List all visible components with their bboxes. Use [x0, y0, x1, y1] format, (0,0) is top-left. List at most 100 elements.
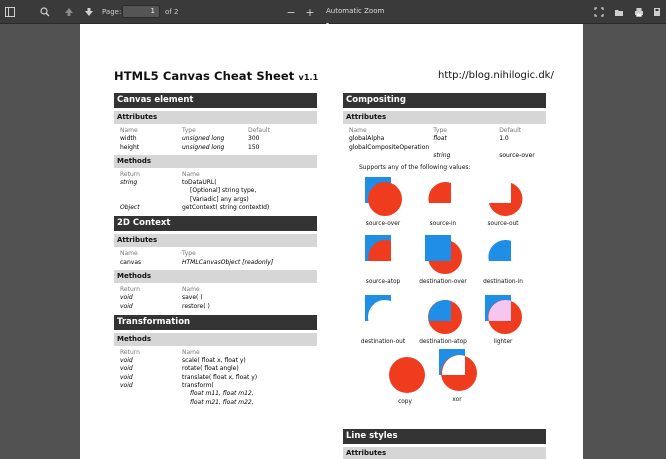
cell: source-over: [499, 151, 535, 159]
find-icon[interactable]: [38, 5, 52, 19]
cell: void: [120, 373, 133, 381]
print-icon[interactable]: [632, 5, 646, 19]
table-row: void save( ): [120, 294, 214, 302]
download-icon[interactable]: [650, 5, 664, 19]
supports-note: Supports any of the following values:: [359, 164, 471, 172]
op-source-out: source-out: [473, 175, 533, 227]
op-label: source-atop: [365, 279, 401, 286]
subsection-attributes: Attributes: [114, 111, 317, 124]
destination-over-diagram: [425, 235, 462, 275]
destination-atop-diagram: [428, 300, 462, 335]
zoom-select[interactable]: Automatic Zoom ▾: [322, 5, 388, 28]
table-row: [Optional] string type,: [120, 187, 273, 195]
doc-version: v1.1: [298, 73, 319, 82]
op-label: destination-over: [419, 279, 467, 286]
cell: 1.0: [499, 135, 509, 143]
cell: toDataURL(: [182, 179, 217, 187]
col-header: Return: [120, 170, 140, 178]
subsection-methods: Methods: [114, 332, 317, 346]
col-header: Name: [182, 348, 200, 356]
cell: [Optional] string type,: [190, 187, 257, 195]
source-over-diagram: [365, 177, 402, 217]
pdf-toolbar: Page: 1 of 2 − + Automatic Zoom ▾: [0, 0, 666, 28]
cell: void: [120, 302, 133, 310]
document-viewer[interactable]: HTML5 Canvas Cheat Sheet v1.1 http://blo…: [0, 24, 666, 459]
cell: 150: [248, 143, 260, 151]
methods-table: Return Name string toDataURL( [Optional]…: [120, 171, 273, 212]
op-label: destination-atop: [419, 339, 467, 346]
cell: void: [120, 365, 133, 373]
cell: globalCompositeOperation: [349, 143, 430, 151]
page-number-input[interactable]: 1: [122, 5, 160, 18]
cell: rotate( float angle): [182, 365, 239, 373]
left-column: Canvas element Attributes Name Type Defa…: [114, 93, 317, 409]
presentation-mode-icon[interactable]: [592, 5, 606, 19]
cell: canvas: [120, 258, 142, 266]
cell: scale( float x, float y): [182, 357, 246, 365]
op-lighter: lighter: [473, 293, 533, 345]
pdf-page: HTML5 Canvas Cheat Sheet v1.1 http://blo…: [80, 24, 583, 459]
col-header: Default: [248, 127, 270, 134]
op-label: destination-in: [483, 279, 523, 286]
doc-title-text: HTML5 Canvas Cheat Sheet: [114, 69, 295, 83]
cell: void: [120, 294, 133, 302]
cell: translate( float x, float y): [182, 373, 258, 381]
cell: [120, 196, 182, 204]
zoom-out-button[interactable]: −: [284, 5, 298, 19]
methods-table: Return Name void scale( float x, float y…: [120, 349, 261, 407]
right-column: Compositing Attributes Name Type Default…: [343, 93, 546, 421]
col-header: Name: [182, 170, 200, 178]
col-header: Type: [433, 127, 447, 134]
section-2d-context: 2D Context: [114, 216, 317, 232]
destination-out-diagram: [365, 295, 402, 335]
section-compositing: Compositing: [343, 93, 546, 108]
previous-page-icon[interactable]: [62, 5, 76, 19]
op-label: source-in: [429, 221, 457, 228]
table-row: void rotate( float angle): [120, 365, 261, 373]
cell: void: [120, 382, 133, 390]
attributes-table: Name Type canvas HTMLCanvasObject [reado…: [120, 250, 277, 267]
cell: HTMLCanvasObject [readonly]: [182, 258, 274, 266]
col-header: Type: [182, 127, 196, 134]
source-atop-diagram: [365, 235, 391, 262]
section-transformation: Transformation: [114, 314, 317, 330]
cell: globalAlpha: [349, 135, 385, 143]
op-source-atop: source-atop: [353, 233, 413, 285]
table-row: void translate( float x, float y): [120, 374, 261, 382]
cell: [120, 187, 182, 195]
section-line-styles: Line styles: [343, 429, 546, 444]
cell: [120, 399, 182, 407]
cell: void: [120, 357, 133, 365]
sidebar-toggle-icon[interactable]: [3, 5, 17, 19]
zoom-in-button[interactable]: +: [303, 5, 317, 19]
col-header: Default: [499, 127, 522, 134]
cell: float: [433, 135, 447, 143]
subsection-methods: Methods: [114, 269, 317, 283]
op-copy: copy: [375, 351, 435, 405]
table-row: height unsigned long 150: [120, 144, 274, 152]
subsection-attributes: Attributes: [343, 447, 546, 459]
table-row: width unsigned long 300: [120, 135, 274, 143]
table-row: Object getContext( string contextId): [120, 204, 273, 212]
cell: unsigned long: [182, 143, 225, 151]
page-title: HTML5 Canvas Cheat Sheet v1.1: [114, 69, 318, 83]
table-row: [Variadic] any args): [120, 196, 273, 204]
open-file-icon[interactable]: [612, 5, 626, 19]
cell: [120, 390, 182, 398]
zoom-select-value: Automatic Zoom: [326, 7, 385, 15]
attributes-table: Name Type Default globalAlpha float 1.0 …: [349, 127, 539, 160]
doc-url: http://blog.nihilogic.dk/: [438, 70, 554, 81]
table-row: canvas HTMLCanvasObject [readonly]: [120, 259, 277, 267]
cell: save( ): [182, 294, 203, 302]
line-styles-section: Line styles Attributes: [343, 429, 546, 459]
next-page-icon[interactable]: [82, 5, 96, 19]
cell: Object: [120, 204, 140, 212]
destination-in-diagram: [488, 240, 511, 262]
op-destination-atop: destination-atop: [413, 293, 473, 345]
source-in-diagram: [428, 182, 451, 204]
op-destination-over: destination-over: [413, 233, 473, 285]
page-label: Page:: [102, 8, 122, 16]
table-row: void transform(: [120, 382, 261, 390]
subsection-methods: Methods: [114, 154, 317, 168]
op-label: xor: [452, 397, 462, 404]
